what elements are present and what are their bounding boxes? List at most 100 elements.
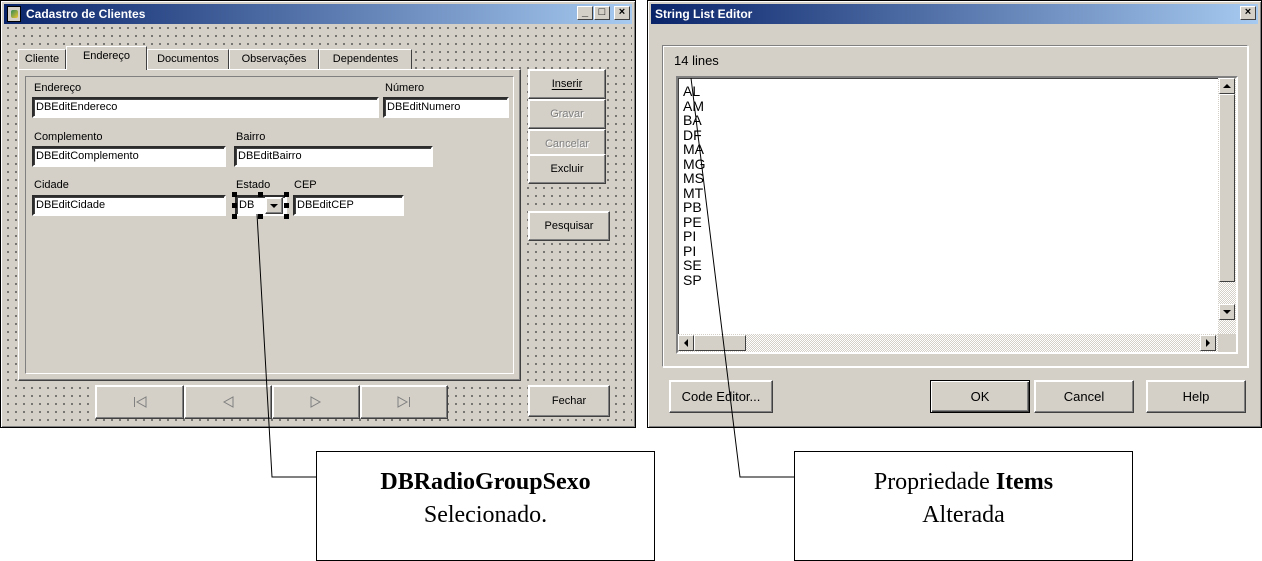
page-inner-frame xyxy=(25,76,514,374)
code-editor-button[interactable]: Code Editor... xyxy=(669,380,773,413)
scroll-down-button[interactable] xyxy=(1219,304,1235,320)
memo-line: AM xyxy=(683,97,704,114)
tab-cliente[interactable]: Cliente xyxy=(18,49,66,70)
scroll-right-button[interactable] xyxy=(1200,335,1216,351)
callout-right-prefix: Propriedade xyxy=(873,469,996,495)
window-title: String List Editor xyxy=(655,7,753,21)
memo-line: DF xyxy=(683,126,702,143)
lines-memo[interactable]: AL AM BA DF MA MG MS MT PB PE PI PI SE S… xyxy=(676,76,1238,354)
line-count-label: 14 lines xyxy=(674,53,719,68)
close-button[interactable]: × xyxy=(614,6,630,20)
selection-handle[interactable] xyxy=(284,192,289,197)
tab-dependentes[interactable]: Dependentes xyxy=(319,49,412,70)
callout-left-text: Selecionado. xyxy=(423,502,548,528)
cancel-button[interactable]: Cancel xyxy=(1034,380,1134,413)
vertical-scrollbar[interactable] xyxy=(1218,78,1236,336)
gravar-button[interactable]: Gravar xyxy=(528,99,606,129)
cidade-field[interactable]: DBEditCidade xyxy=(32,195,226,216)
cidade-label: Cidade xyxy=(34,179,69,191)
close-button[interactable]: × xyxy=(1240,6,1256,20)
nav-prior-button[interactable] xyxy=(184,385,272,419)
memo-line: PI xyxy=(683,242,697,259)
tab-endereco[interactable]: Endereço xyxy=(66,46,147,70)
memo-line: MT xyxy=(683,184,704,201)
callout-left-bold: DBRadioGroupSexo xyxy=(380,469,591,495)
cep-label: CEP xyxy=(294,179,317,191)
pesquisar-label: Pesquisar xyxy=(544,220,594,232)
nav-first-button[interactable] xyxy=(95,385,184,419)
last-record-icon xyxy=(397,396,410,408)
memo-text: AL AM BA DF MA MG MS MT PB PE PI PI SE S… xyxy=(683,84,706,287)
help-button[interactable]: Help xyxy=(1146,380,1246,413)
callout-propriedade-items: Propriedade Items Alterada xyxy=(794,451,1133,561)
complemento-field[interactable]: DBEditComplemento xyxy=(32,146,226,167)
memo-line: PI xyxy=(683,228,697,244)
bairro-label: Bairro xyxy=(236,131,266,143)
selection-handle[interactable] xyxy=(284,203,289,208)
scroll-up-button[interactable] xyxy=(1219,78,1235,94)
window-title: Cadastro de Clientes xyxy=(26,7,146,21)
inserir-button[interactable]: Inserir xyxy=(528,69,606,99)
cancel-label: Cancel xyxy=(1063,389,1105,404)
selection-handle[interactable] xyxy=(232,203,237,208)
app-icon xyxy=(7,6,21,22)
scrollbar-corner xyxy=(1218,334,1236,352)
tab-strip: Cliente Endereço Documentos Observações … xyxy=(18,46,418,70)
prior-record-icon xyxy=(222,396,234,408)
chevron-down-icon xyxy=(270,203,278,208)
callout-dbradiogroupsexo: DBRadioGroupSexo Selecionado. xyxy=(316,451,655,561)
tab-observacoes[interactable]: Observações xyxy=(229,49,319,70)
maximize-button[interactable]: □ xyxy=(594,6,610,20)
horizontal-scroll-thumb[interactable] xyxy=(694,335,746,351)
db-navigator xyxy=(95,385,448,419)
nav-last-button[interactable] xyxy=(360,385,448,419)
arrow-down-icon xyxy=(1223,310,1231,314)
memo-line: PE xyxy=(683,213,702,230)
memo-line: BA xyxy=(683,112,702,128)
cadastro-window: Cadastro de Clientes _ □ × Cliente Ender… xyxy=(0,0,636,428)
horizontal-scrollbar[interactable] xyxy=(678,334,1218,352)
numero-label: Número xyxy=(385,82,425,94)
cancelar-label: Cancelar xyxy=(544,138,590,150)
selection-handle[interactable] xyxy=(232,214,237,219)
callout-right-text: Alterada xyxy=(922,502,1005,528)
gravar-label: Gravar xyxy=(550,108,584,120)
string-list-editor-titlebar[interactable]: String List Editor × xyxy=(651,4,1258,24)
nav-next-button[interactable] xyxy=(272,385,360,419)
endereco-field[interactable]: DBEditEndereco xyxy=(32,97,379,118)
excluir-button[interactable]: Excluir xyxy=(528,154,606,184)
memo-line: SE xyxy=(683,257,702,273)
cadastro-titlebar[interactable]: Cadastro de Clientes _ □ × xyxy=(4,4,632,24)
numero-field[interactable]: DBEditNumero xyxy=(383,97,509,118)
pesquisar-button[interactable]: Pesquisar xyxy=(528,211,610,241)
complemento-label: Complemento xyxy=(34,131,103,143)
ok-label: OK xyxy=(970,389,990,404)
selection-handle[interactable] xyxy=(232,192,237,197)
inserir-label: Inserir xyxy=(551,78,583,90)
arrow-right-icon xyxy=(1206,339,1210,347)
selection-handle[interactable] xyxy=(258,192,263,197)
arrow-up-icon xyxy=(1223,84,1231,88)
cep-field[interactable]: DBEditCEP xyxy=(293,195,404,216)
scroll-left-button[interactable] xyxy=(678,335,694,351)
estado-label: Estado xyxy=(236,179,271,191)
bairro-field[interactable]: DBEditBairro xyxy=(234,146,433,167)
tab-documentos[interactable]: Documentos xyxy=(147,49,229,70)
memo-line: SP xyxy=(683,271,702,288)
memo-line: MG xyxy=(683,155,706,172)
estado-dropdown-button[interactable] xyxy=(265,197,283,214)
callout-right-bold: Items xyxy=(995,469,1054,495)
selection-handle[interactable] xyxy=(258,214,263,219)
code-editor-label: Code Editor... xyxy=(681,389,761,404)
string-list-editor-window: String List Editor × 14 lines AL AM BA D… xyxy=(647,0,1262,428)
vertical-scroll-thumb[interactable] xyxy=(1219,94,1235,282)
memo-line: MS xyxy=(683,170,704,186)
help-label: Help xyxy=(1182,389,1210,404)
minimize-button[interactable]: _ xyxy=(577,6,593,20)
ok-button[interactable]: OK xyxy=(930,380,1030,413)
first-record-icon xyxy=(133,396,146,408)
selection-handle[interactable] xyxy=(284,214,289,219)
excluir-label: Excluir xyxy=(550,163,584,175)
fechar-button[interactable]: Fechar xyxy=(528,385,610,417)
memo-line: PB xyxy=(683,199,702,215)
